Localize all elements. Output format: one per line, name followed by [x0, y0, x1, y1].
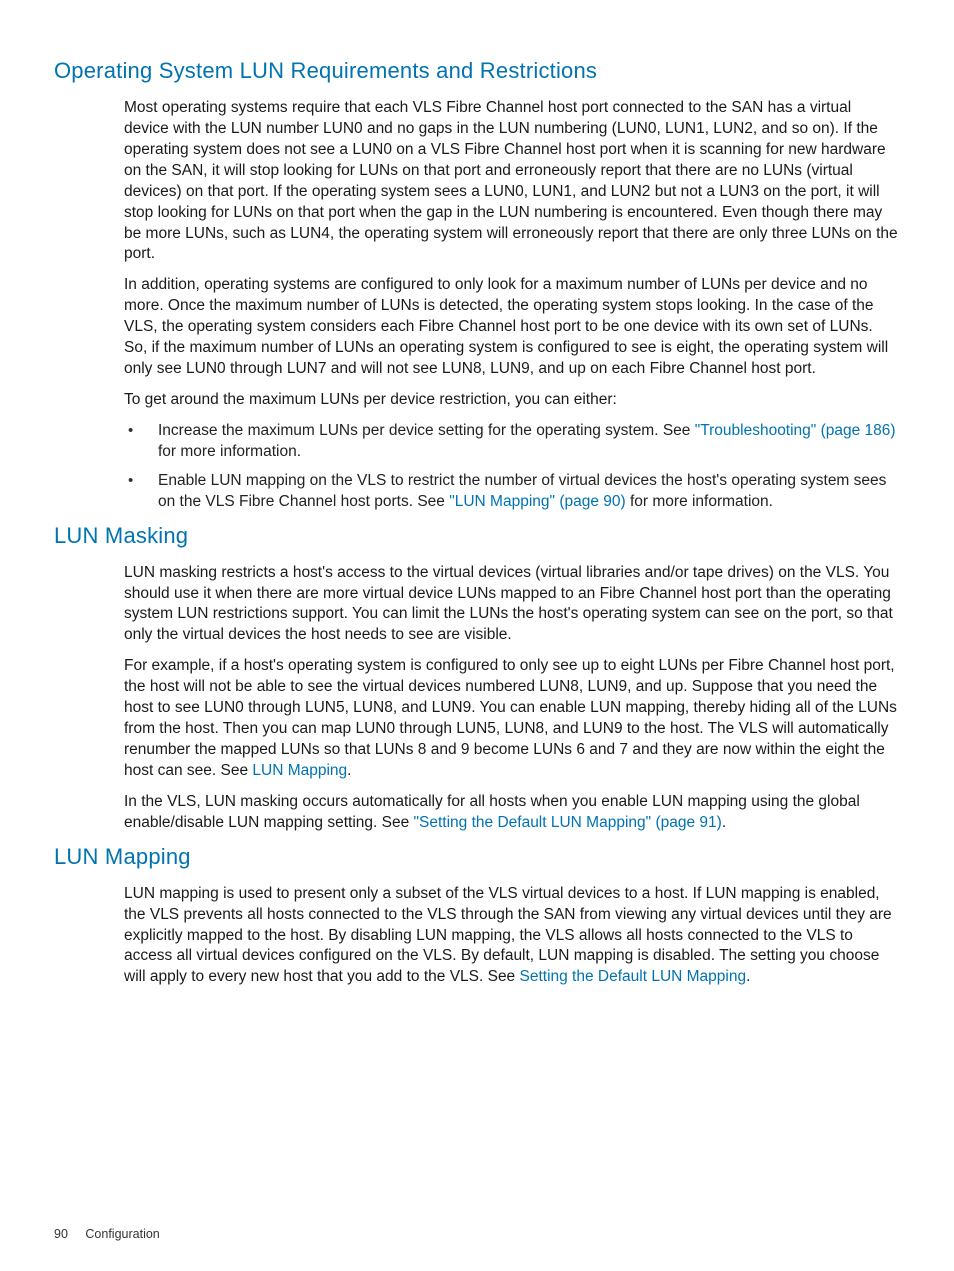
paragraph-text: . [746, 968, 750, 985]
paragraph-text: . [347, 762, 351, 779]
paragraph-text: For example, if a host's operating syste… [124, 657, 897, 779]
page-footer: 90 Configuration [54, 1227, 160, 1241]
section-body: LUN masking restricts a host's access to… [124, 563, 900, 834]
paragraph-text: LUN mapping is used to present only a su… [124, 885, 892, 986]
list-text: Increase the maximum LUNs per device set… [158, 422, 695, 439]
link-lun-mapping-ref[interactable]: "LUN Mapping" (page 90) [449, 493, 625, 510]
list-text: for more information. [158, 443, 301, 460]
link-setting-default-lun-mapping-2[interactable]: Setting the Default LUN Mapping [520, 968, 747, 985]
list-item: Enable LUN mapping on the VLS to restric… [158, 471, 900, 513]
paragraph: LUN mapping is used to present only a su… [124, 884, 900, 989]
link-setting-default-lun-mapping[interactable]: "Setting the Default LUN Mapping" (page … [414, 814, 722, 831]
link-troubleshooting[interactable]: "Troubleshooting" (page 186) [695, 422, 896, 439]
paragraph: To get around the maximum LUNs per devic… [124, 390, 900, 411]
paragraph: For example, if a host's operating syste… [124, 656, 900, 782]
list-text: for more information. [626, 493, 773, 510]
heading-lun-mapping: LUN Mapping [54, 844, 900, 870]
page-number: 90 [54, 1227, 68, 1241]
bullet-list: Increase the maximum LUNs per device set… [158, 421, 900, 513]
section-body: Most operating systems require that each… [124, 98, 900, 411]
section-body: LUN mapping is used to present only a su… [124, 884, 900, 989]
paragraph: Most operating systems require that each… [124, 98, 900, 265]
list-item: Increase the maximum LUNs per device set… [158, 421, 900, 463]
paragraph: LUN masking restricts a host's access to… [124, 563, 900, 647]
paragraph-text: . [722, 814, 726, 831]
paragraph: In the VLS, LUN masking occurs automatic… [124, 792, 900, 834]
footer-section-label: Configuration [85, 1227, 159, 1241]
heading-lun-masking: LUN Masking [54, 523, 900, 549]
paragraph: In addition, operating systems are confi… [124, 275, 900, 380]
link-lun-mapping[interactable]: LUN Mapping [252, 762, 347, 779]
document-page: Operating System LUN Requirements and Re… [0, 0, 954, 1038]
heading-os-lun-requirements: Operating System LUN Requirements and Re… [54, 58, 900, 84]
